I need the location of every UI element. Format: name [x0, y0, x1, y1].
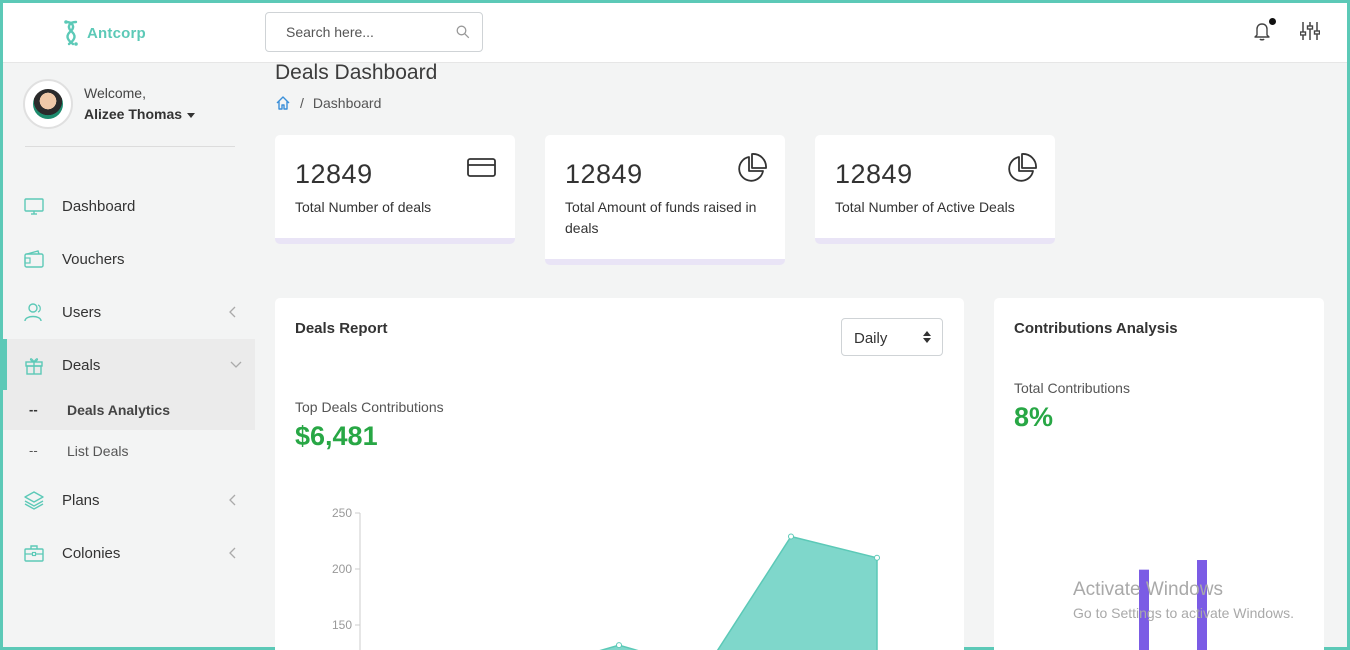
- area-point[interactable]: [788, 533, 794, 540]
- sidebar-item-vouchers[interactable]: Vouchers: [3, 233, 255, 285]
- sliders-icon: [1299, 22, 1321, 40]
- y-tick-label: 200: [332, 562, 352, 576]
- sidebar-item-dashboard[interactable]: Dashboard: [3, 180, 255, 232]
- gift-icon: [25, 358, 43, 375]
- users-icon: [24, 303, 42, 322]
- pie-chart-icon: [1008, 153, 1037, 182]
- stat-label: Total Number of deals: [295, 199, 432, 215]
- user-name: Alizee Thomas: [84, 106, 183, 122]
- sidebar-subitem-list-deals[interactable]: -- List Deals: [3, 431, 255, 471]
- stat-label: Total Number of Active Deals: [835, 199, 1015, 215]
- subitem-dash: --: [29, 402, 38, 417]
- caret-down-icon: [187, 112, 196, 118]
- contributions-bar-chart: [1139, 560, 1207, 650]
- sidebar-item-users[interactable]: Users: [3, 286, 255, 338]
- top-bar: Antcorp: [3, 3, 1347, 63]
- chevron-down-icon: [230, 361, 242, 368]
- search-icon[interactable]: [456, 25, 470, 39]
- metric-value: $6,481: [295, 421, 378, 451]
- credit-card-icon: [467, 158, 496, 177]
- stat-value: 12849: [295, 159, 373, 189]
- page-title: Deals Dashboard: [275, 61, 438, 84]
- notification-dot: [1269, 18, 1276, 25]
- y-tick-label: 250: [332, 506, 352, 520]
- area-point[interactable]: [616, 642, 622, 649]
- chevron-left-icon: [229, 494, 236, 506]
- period-select[interactable]: Daily: [841, 318, 943, 356]
- stat-card-active-deals: 12849 Total Number of Active Deals: [815, 135, 1055, 244]
- sidebar-item-label: Vouchers: [62, 250, 125, 268]
- breadcrumb-current: Dashboard: [312, 95, 382, 111]
- wallet-icon: [24, 250, 44, 268]
- chevron-left-icon: [229, 547, 236, 559]
- sidebar-item-label: Plans: [62, 491, 100, 509]
- subitem-label: List Deals: [67, 443, 129, 459]
- area-point[interactable]: [874, 554, 880, 561]
- panel-title: Contributions Analysis: [1014, 320, 1178, 337]
- profile-divider: [25, 146, 235, 147]
- stat-label: Total Amount of funds raised in deals: [565, 199, 757, 236]
- user-profile[interactable]: Welcome, Alizee Thomas: [23, 79, 196, 129]
- deals-report-panel: Deals Report Daily Top Deals Contributio…: [275, 298, 964, 650]
- stat-value: 12849: [835, 159, 913, 189]
- stat-value: 12849: [565, 159, 643, 189]
- sidebar-subitem-deals-analytics[interactable]: -- Deals Analytics: [3, 390, 255, 430]
- pie-chart-icon: [738, 153, 767, 182]
- briefcase-icon: [24, 545, 44, 562]
- contribution-bar[interactable]: [1197, 560, 1207, 650]
- breadcrumb: / Dashboard: [275, 95, 381, 111]
- home-icon[interactable]: [275, 95, 291, 111]
- stat-card-total-deals: 12849 Total Number of deals: [275, 135, 515, 244]
- metric-value: 8%: [1014, 402, 1054, 432]
- bell-icon: [1254, 23, 1270, 41]
- search-box[interactable]: [265, 12, 483, 52]
- panel-title: Deals Report: [295, 320, 388, 337]
- stat-card-funds-raised: 12849 Total Amount of funds raised in de…: [545, 135, 785, 265]
- logo-icon: [64, 20, 78, 46]
- avatar[interactable]: [23, 79, 73, 129]
- metric-label: Total Contributions: [1014, 380, 1130, 396]
- subitem-label: Deals Analytics: [67, 402, 170, 418]
- brand-name: Antcorp: [87, 24, 146, 42]
- y-tick-label: 150: [332, 618, 352, 632]
- notifications-button[interactable]: [1253, 18, 1276, 46]
- deals-area-chart: 250 200 150: [332, 506, 880, 650]
- user-name-dropdown[interactable]: Alizee Thomas: [84, 104, 196, 125]
- contributions-panel: Contributions Analysis Total Contributio…: [994, 298, 1324, 650]
- sidebar: Welcome, Alizee Thomas Dashboard Voucher…: [3, 63, 255, 650]
- period-select-value: Daily: [854, 330, 888, 347]
- sidebar-item-label: Users: [62, 303, 102, 321]
- sidebar-item-deals[interactable]: Deals: [3, 339, 255, 391]
- settings-button[interactable]: [1299, 20, 1321, 47]
- monitor-icon: [24, 198, 44, 215]
- sidebar-item-label: Dashboard: [62, 197, 136, 215]
- metric-label: Top Deals Contributions: [295, 399, 444, 415]
- sidebar-item-colonies[interactable]: Colonies: [3, 527, 255, 579]
- layers-icon: [24, 491, 44, 510]
- breadcrumb-separator: /: [300, 95, 304, 111]
- area-series: [599, 535, 878, 650]
- search-input[interactable]: [286, 13, 456, 51]
- sidebar-item-label: Colonies: [62, 544, 121, 562]
- sidebar-item-plans[interactable]: Plans: [3, 474, 255, 526]
- sidebar-item-label: Deals: [62, 356, 101, 374]
- welcome-text: Welcome,: [84, 85, 146, 101]
- subitem-dash: --: [29, 443, 38, 458]
- brand-logo[interactable]: Antcorp: [61, 19, 146, 47]
- contribution-bar[interactable]: [1139, 569, 1149, 650]
- sort-arrows-icon: [923, 331, 931, 343]
- chevron-left-icon: [229, 306, 236, 318]
